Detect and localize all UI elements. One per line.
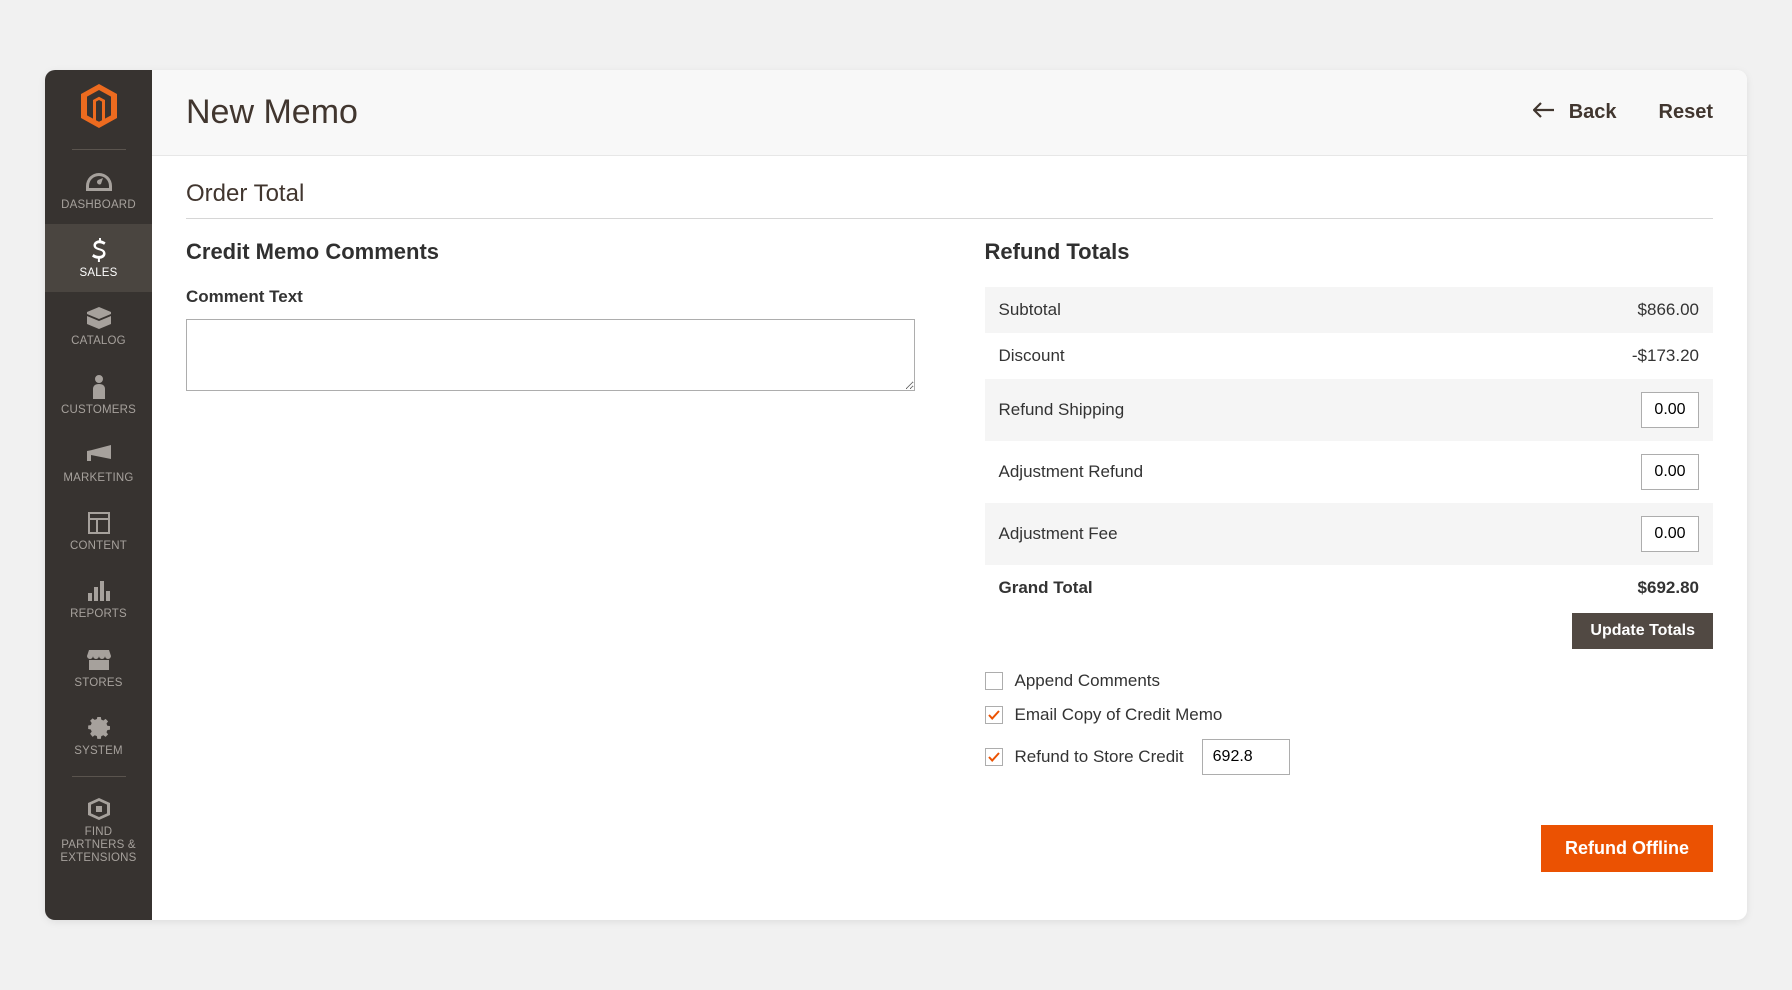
reset-button[interactable]: Reset: [1659, 101, 1713, 124]
label-discount: Discount: [985, 333, 1455, 379]
heading-credit-memo-comments: Credit Memo Comments: [186, 239, 915, 265]
sidebar-item-stores[interactable]: STORES: [45, 634, 152, 702]
label-grand-total: Grand Total: [985, 565, 1455, 611]
row-adjustment-refund: Adjustment Refund: [985, 441, 1714, 503]
sidebar-divider: [72, 149, 126, 150]
sidebar-item-label: SYSTEM: [74, 745, 123, 758]
dollar-icon: [86, 238, 112, 262]
sidebar-item-partners[interactable]: FIND PARTNERS & EXTENSIONS: [45, 783, 152, 878]
sidebar-item-label: CUSTOMERS: [61, 404, 136, 417]
back-button[interactable]: Back: [1533, 101, 1617, 124]
sidebar-item-catalog[interactable]: CATALOG: [45, 292, 152, 360]
row-refund-shipping: Refund Shipping: [985, 379, 1714, 441]
checkbox-refund-store-credit[interactable]: [985, 748, 1003, 766]
row-adjustment-fee: Adjustment Fee: [985, 503, 1714, 565]
layout-icon: [86, 511, 112, 535]
checkbox-append-comments[interactable]: [985, 672, 1003, 690]
reset-label: Reset: [1659, 101, 1713, 123]
megaphone-icon: [86, 443, 112, 467]
box-icon: [86, 306, 112, 330]
refund-offline-button[interactable]: Refund Offline: [1541, 825, 1713, 872]
value-grand-total: $692.80: [1454, 565, 1713, 611]
input-adjustment-fee[interactable]: [1641, 516, 1699, 552]
row-subtotal: Subtotal $866.00: [985, 287, 1714, 333]
sidebar-item-label: MARKETING: [63, 472, 133, 485]
input-refund-store-credit[interactable]: [1202, 739, 1290, 775]
sidebar-item-dashboard[interactable]: DASHBOARD: [45, 156, 152, 224]
dashboard-icon: [86, 170, 112, 194]
sidebar-item-sales[interactable]: SALES: [45, 224, 152, 292]
label-refund-shipping: Refund Shipping: [985, 379, 1455, 441]
top-actions: Back Reset: [1533, 101, 1713, 124]
person-icon: [86, 375, 112, 399]
magento-logo-icon: [79, 84, 119, 133]
sidebar-item-label: DASHBOARD: [61, 199, 136, 212]
sidebar-item-label: FIND PARTNERS & EXTENSIONS: [55, 826, 142, 866]
sidebar-item-label: CONTENT: [70, 540, 127, 553]
sidebar-item-label: REPORTS: [70, 608, 127, 621]
bar-chart-icon: [86, 579, 112, 603]
option-email-copy: Email Copy of Credit Memo: [985, 705, 1714, 725]
sidebar-divider: [72, 776, 126, 777]
label-comment-text: Comment Text: [186, 287, 915, 307]
row-grand-total: Grand Total $692.80: [985, 565, 1714, 611]
label-append-comments: Append Comments: [1015, 671, 1161, 691]
page-title: New Memo: [186, 93, 358, 132]
checkbox-email-copy[interactable]: [985, 706, 1003, 724]
value-discount: -$173.20: [1454, 333, 1713, 379]
sidebar-item-label: STORES: [74, 677, 122, 690]
arrow-left-icon: [1533, 101, 1555, 124]
label-adjustment-fee: Adjustment Fee: [985, 503, 1455, 565]
puzzle-icon: [86, 797, 112, 821]
refund-totals-table: Subtotal $866.00 Discount -$173.20 Refun…: [985, 287, 1714, 611]
label-refund-store-credit: Refund to Store Credit: [1015, 747, 1184, 767]
sidebar-item-label: SALES: [79, 267, 117, 280]
sidebar-item-label: CATALOG: [71, 335, 126, 348]
value-subtotal: $866.00: [1454, 287, 1713, 333]
label-email-copy: Email Copy of Credit Memo: [1015, 705, 1223, 725]
refund-totals-column: Refund Totals Subtotal $866.00 Discount …: [985, 239, 1714, 872]
top-bar: New Memo Back Reset: [152, 70, 1747, 156]
row-discount: Discount -$173.20: [985, 333, 1714, 379]
update-totals-button[interactable]: Update Totals: [1572, 613, 1713, 649]
sidebar-item-reports[interactable]: REPORTS: [45, 565, 152, 633]
comments-column: Credit Memo Comments Comment Text: [186, 239, 915, 872]
option-append-comments: Append Comments: [985, 671, 1714, 691]
sidebar-item-content[interactable]: CONTENT: [45, 497, 152, 565]
heading-refund-totals: Refund Totals: [985, 239, 1714, 265]
app-frame: DASHBOARD SALES CATALOG CUSTOMERS MARKET: [45, 70, 1747, 920]
store-icon: [86, 648, 112, 672]
comment-textarea[interactable]: [186, 319, 915, 391]
label-adjustment-refund: Adjustment Refund: [985, 441, 1455, 503]
admin-sidebar: DASHBOARD SALES CATALOG CUSTOMERS MARKET: [45, 70, 152, 920]
two-column-layout: Credit Memo Comments Comment Text Refund…: [186, 239, 1713, 872]
content-area: Order Total Credit Memo Comments Comment…: [152, 156, 1747, 906]
sidebar-item-marketing[interactable]: MARKETING: [45, 429, 152, 497]
input-refund-shipping[interactable]: [1641, 392, 1699, 428]
input-adjustment-refund[interactable]: [1641, 454, 1699, 490]
section-title-order-total: Order Total: [186, 180, 1713, 219]
sidebar-item-system[interactable]: SYSTEM: [45, 702, 152, 770]
label-subtotal: Subtotal: [985, 287, 1455, 333]
back-label: Back: [1569, 101, 1617, 124]
main-panel: New Memo Back Reset Order Total Credit M…: [152, 70, 1747, 920]
sidebar-item-customers[interactable]: CUSTOMERS: [45, 361, 152, 429]
option-refund-store-credit: Refund to Store Credit: [985, 739, 1714, 775]
gear-icon: [86, 716, 112, 740]
